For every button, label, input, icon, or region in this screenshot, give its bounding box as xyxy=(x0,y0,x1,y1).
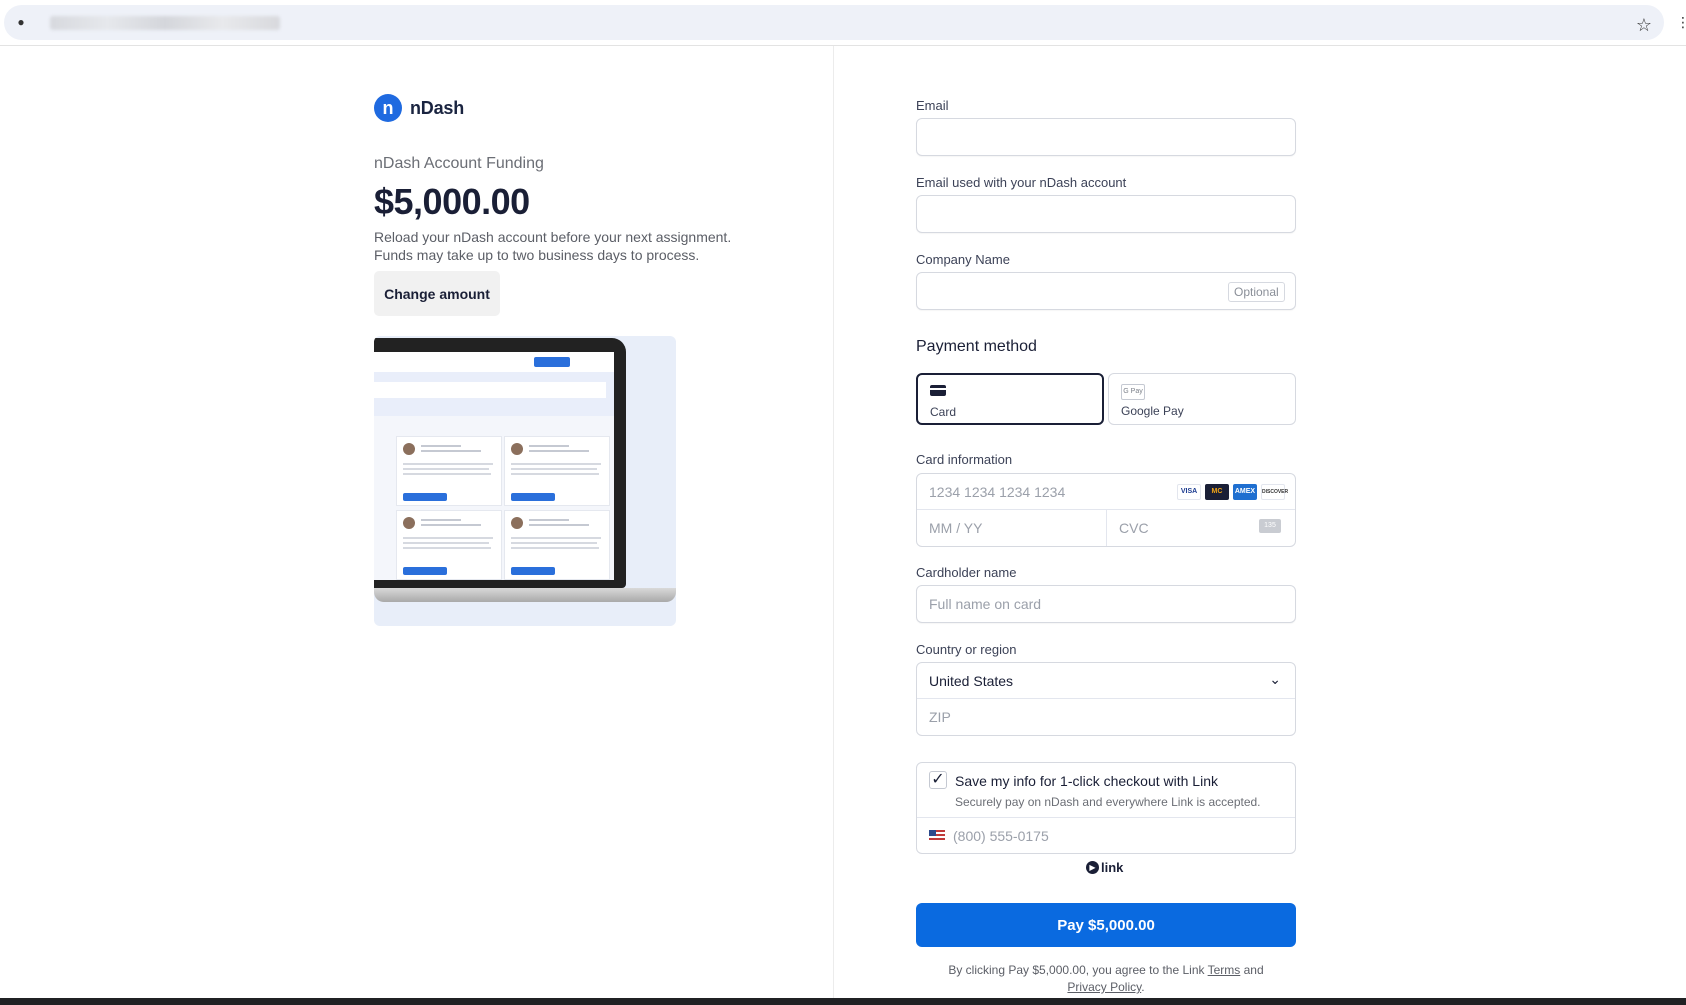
cvc-card-icon: 135 xyxy=(1259,519,1281,533)
link-save-info-box: ✓ Save my info for 1-click checkout with… xyxy=(916,762,1296,854)
card-information-group: VISA MC AMEX DISCOVER 135 xyxy=(916,473,1296,547)
terms-link[interactable]: Terms xyxy=(1208,963,1241,977)
merchant-brand: n nDash xyxy=(374,93,464,123)
ndash-logo-icon: n xyxy=(374,94,402,122)
link-save-title: Save my info for 1-click checkout with L… xyxy=(955,773,1218,789)
card-icon xyxy=(930,385,946,396)
browser-menu-icon[interactable]: ⋮ xyxy=(1676,12,1686,32)
merchant-name: nDash xyxy=(410,97,465,118)
browser-toolbar: ● ☆ ⋮ xyxy=(0,0,1686,46)
payment-method-card-tab[interactable]: Card xyxy=(916,373,1104,425)
account-email-input[interactable] xyxy=(916,195,1296,233)
bookmark-star-icon[interactable]: ☆ xyxy=(1634,15,1654,35)
visa-icon: VISA xyxy=(1177,484,1201,500)
link-save-subtitle: Securely pay on nDash and everywhere Lin… xyxy=(955,795,1261,809)
save-info-checkbox[interactable]: ✓ xyxy=(929,771,947,789)
laptop-base xyxy=(374,588,676,602)
zip-input[interactable] xyxy=(917,699,1295,735)
legal-suffix: . xyxy=(1141,980,1145,994)
product-name: nDash Account Funding xyxy=(374,155,544,172)
card-information-label: Card information xyxy=(916,452,1013,467)
site-info-icon[interactable]: ● xyxy=(14,15,28,29)
link-logo-icon: ▶ xyxy=(1086,861,1099,874)
cardholder-name-label: Cardholder name xyxy=(916,565,1017,580)
optional-badge: Optional xyxy=(1228,282,1285,302)
expiry-input[interactable] xyxy=(917,510,1106,546)
amex-icon: AMEX xyxy=(1233,484,1257,500)
laptop-illustration xyxy=(374,338,626,588)
phone-input[interactable] xyxy=(917,818,1295,854)
link-brand: ▶ link xyxy=(1086,860,1123,875)
privacy-policy-link[interactable]: Privacy Policy xyxy=(1067,980,1141,994)
country-zip-group: United States ⌄ xyxy=(916,662,1296,736)
payment-method-label: Google Pay xyxy=(1121,404,1184,418)
chevron-down-icon: ⌄ xyxy=(1269,671,1281,687)
card-brand-logos: VISA MC AMEX DISCOVER xyxy=(1177,484,1288,500)
legal-prefix: By clicking Pay $5,000.00, you agree to … xyxy=(948,963,1208,977)
description-line: Funds may take up to two business days t… xyxy=(374,247,700,263)
expiry-row xyxy=(917,510,1107,546)
cvc-row: 135 xyxy=(1107,510,1295,546)
mastercard-icon: MC xyxy=(1205,484,1229,500)
email-label: Email xyxy=(916,98,949,113)
laptop-screen xyxy=(374,352,614,580)
phone-row xyxy=(917,817,1295,854)
payment-method-label: Card xyxy=(930,405,957,419)
country-region-label: Country or region xyxy=(916,642,1017,657)
change-amount-button[interactable]: Change amount xyxy=(374,271,500,316)
pay-button[interactable]: Pay $5,000.00 xyxy=(916,903,1296,947)
country-value: United States xyxy=(929,673,1014,689)
price-amount: $5,000.00 xyxy=(374,181,530,222)
cardholder-name-input[interactable] xyxy=(916,585,1296,623)
product-description: Reload your nDash account before your ne… xyxy=(374,228,731,264)
country-select[interactable]: United States ⌄ xyxy=(917,663,1295,699)
email-input[interactable] xyxy=(916,118,1296,156)
card-number-row: VISA MC AMEX DISCOVER xyxy=(917,474,1295,510)
account-email-label: Email used with your nDash account xyxy=(916,175,1127,190)
link-brand-text: link xyxy=(1101,860,1124,875)
product-image xyxy=(374,336,676,626)
panel-divider xyxy=(833,46,834,998)
taskbar-edge xyxy=(0,998,1686,1005)
discover-icon: DISCOVER xyxy=(1261,484,1288,500)
company-name-label: Company Name xyxy=(916,252,1010,267)
zip-row xyxy=(917,699,1295,735)
payment-method-google-pay-tab[interactable]: G Pay Google Pay xyxy=(1108,373,1296,425)
address-bar[interactable]: ● ☆ xyxy=(4,5,1664,40)
url-text-redacted xyxy=(50,16,280,30)
payment-method-title: Payment method xyxy=(916,338,1037,355)
google-pay-icon: G Pay xyxy=(1121,384,1145,400)
legal-and: and xyxy=(1240,963,1264,977)
legal-text: By clicking Pay $5,000.00, you agree to … xyxy=(916,962,1296,996)
description-line: Reload your nDash account before your ne… xyxy=(374,229,732,245)
us-flag-icon[interactable] xyxy=(929,830,945,841)
